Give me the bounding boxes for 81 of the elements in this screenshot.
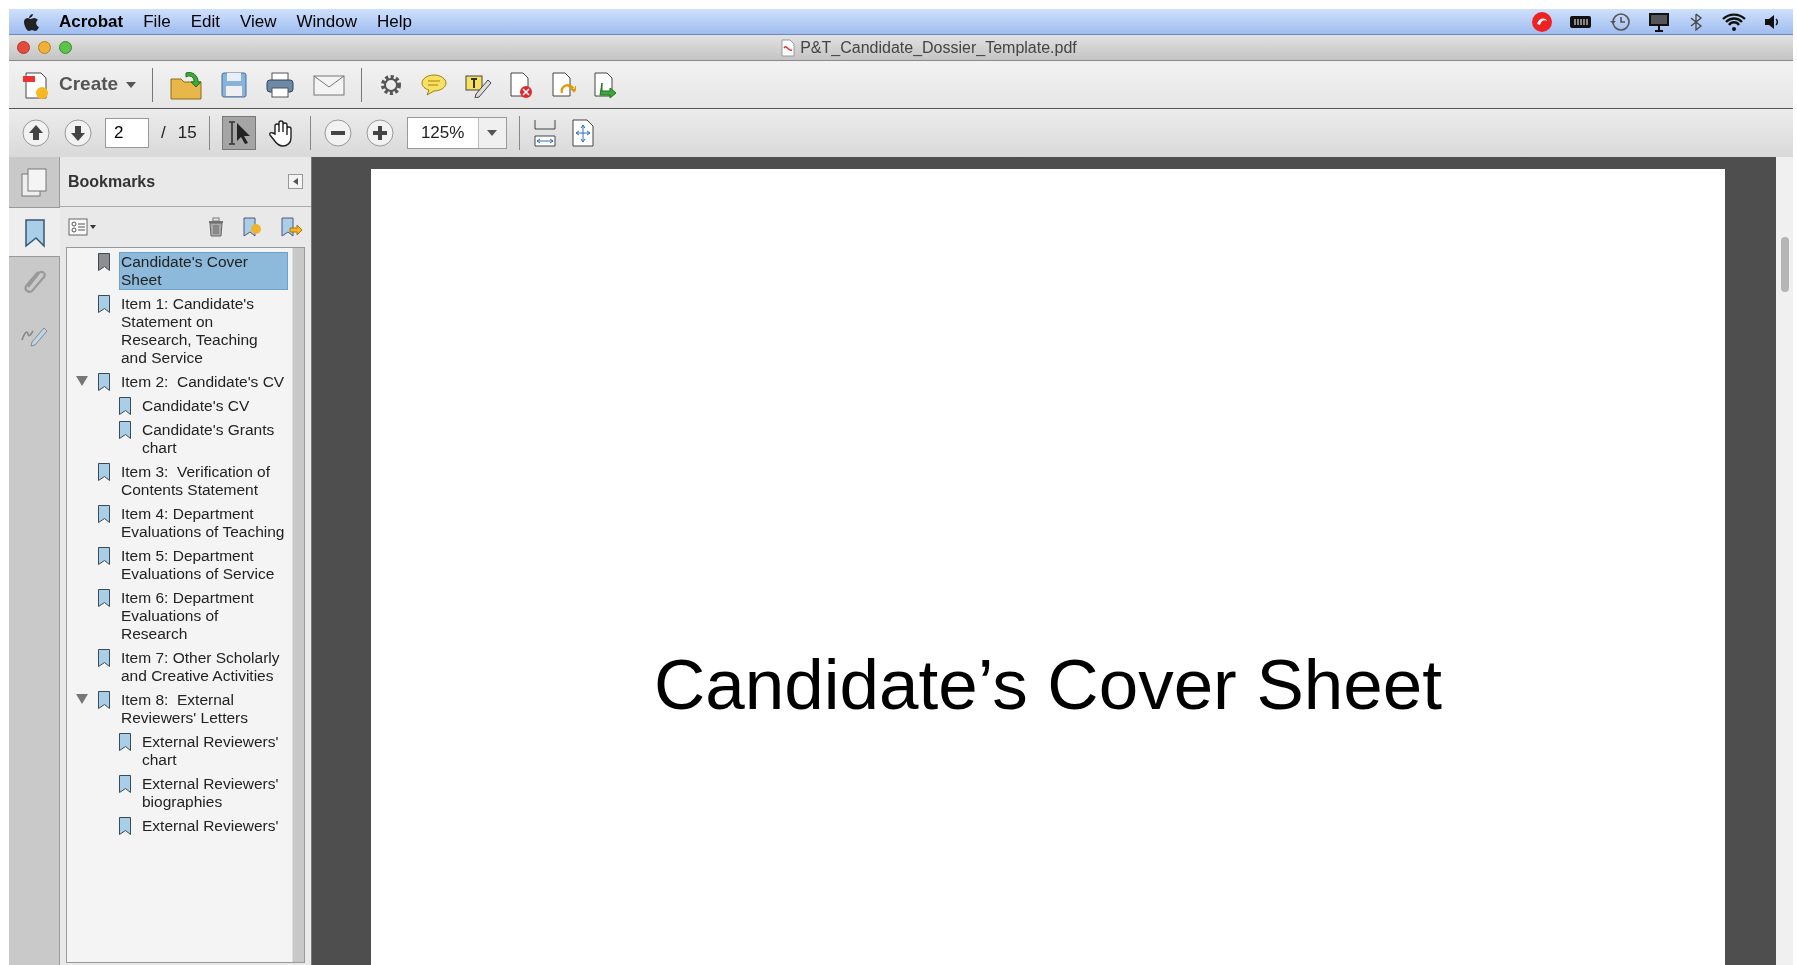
speaker-icon[interactable] (1763, 12, 1781, 31)
bookmark-icon (118, 420, 132, 440)
bookmark-icon (118, 816, 132, 836)
bookmark-icon (97, 588, 111, 608)
menu-item[interactable]: Help (376, 8, 412, 35)
menu-item[interactable]: Edit (190, 8, 220, 35)
fit-width-icon[interactable] (531, 118, 558, 148)
bookmark-item[interactable]: Item 2: Candidate's CV (119, 372, 287, 392)
envelope-icon[interactable] (313, 73, 346, 96)
page-heading: Candidate’s Cover Sheet (653, 649, 1443, 720)
zoom-field[interactable]: 125% (406, 117, 507, 149)
bookmark-item[interactable]: Item 6: Department Evaluations of Research (119, 588, 288, 644)
minimize-button[interactable] (38, 41, 51, 54)
document-arrow-icon[interactable] (550, 70, 577, 99)
zoom-in-button[interactable] (364, 118, 395, 148)
select-tool-button[interactable] (221, 116, 256, 150)
menu-item[interactable]: View (239, 8, 277, 35)
menu-item[interactable]: File (143, 8, 171, 35)
bookmark-item[interactable]: Item 5: Department Evaluations of Service (119, 546, 288, 584)
speech-bubble-icon[interactable] (420, 72, 449, 97)
bookmark-item[interactable]: External Reviewers' chart (140, 732, 288, 770)
bookmark-tab[interactable] (9, 207, 60, 257)
bookmark-icon (97, 294, 111, 314)
bookmark-item[interactable]: Item 4: Department Evaluations of Teaching (119, 504, 288, 542)
page-separator: / (161, 122, 166, 145)
swirl-logo-icon[interactable] (1531, 10, 1553, 33)
caret-icon (126, 81, 137, 88)
scrollbar[interactable] (292, 248, 304, 962)
bookmark-item[interactable]: Item 3: Verification of Contents Statement (119, 462, 288, 500)
bookmark-item[interactable]: External Reviewers' biographies (140, 774, 288, 812)
collapse-panel-button[interactable] (288, 174, 303, 189)
bookmark-item[interactable]: External Reviewers' (140, 816, 281, 836)
next-page-button[interactable] (63, 118, 93, 148)
bookmark-item[interactable]: Item 7: Other Scholarly and Creative Activities (119, 648, 288, 686)
expand-toggle-icon[interactable] (76, 376, 88, 386)
document-export-icon[interactable] (592, 70, 619, 99)
bookmark-item[interactable]: Item 8: External Reviewers' Letters (119, 690, 288, 728)
wifi-icon[interactable] (1721, 11, 1747, 32)
bookmark-arrow-icon[interactable] (279, 216, 303, 238)
page-number-field[interactable]: 2 (105, 118, 149, 148)
expand-toggle-icon[interactable] (76, 694, 88, 704)
new-bookmark-icon[interactable] (241, 216, 263, 238)
bookmark-item[interactable]: Candidate's Grants chart (140, 420, 288, 458)
pages-icon[interactable] (18, 166, 50, 198)
options-menu-icon[interactable] (68, 217, 98, 237)
battery-icon[interactable] (1569, 13, 1593, 30)
bookmark-icon (118, 774, 132, 794)
fit-page-icon[interactable] (569, 118, 596, 148)
window-title: P&T_Candidate_Dossier_Template.pdf (800, 37, 1077, 58)
page-count: 15 (177, 122, 197, 145)
document-delete-icon[interactable] (508, 70, 535, 99)
printer-icon[interactable] (265, 70, 296, 99)
caret-icon (487, 130, 498, 136)
bookmark-icon (97, 690, 111, 710)
bookmark-item[interactable]: Item 1: Candidate's Statement on Research, Teaching and Service (119, 294, 288, 368)
bookmark-icon (97, 252, 111, 272)
app-menu[interactable]: Acrobat (59, 8, 124, 35)
panel-title: Bookmarks (68, 171, 156, 192)
bookmark-icon (97, 372, 111, 392)
bookmark-item[interactable]: Candidate's CV (140, 396, 252, 416)
scrollbar[interactable] (1776, 157, 1793, 965)
zoom-out-button[interactable] (322, 118, 353, 148)
bookmark-item[interactable]: Candidate's Cover Sheet (119, 252, 288, 290)
pdf-file-icon (780, 38, 797, 57)
bookmark-icon (97, 462, 111, 482)
previous-page-button[interactable] (21, 118, 51, 148)
zoom-button[interactable] (59, 41, 72, 54)
create-button[interactable]: Create (21, 68, 137, 101)
display-icon[interactable] (1647, 10, 1671, 33)
apple-logo-icon[interactable] (21, 11, 39, 32)
clock-history-icon[interactable] (1609, 10, 1631, 33)
trash-icon[interactable] (207, 217, 225, 237)
menu-item[interactable]: Window (296, 8, 357, 35)
bookmark-icon (97, 504, 111, 524)
triangle-icon[interactable] (293, 178, 298, 185)
close-button[interactable] (17, 41, 30, 54)
bookmark-icon (118, 732, 132, 752)
bookmark-icon (118, 396, 132, 416)
bookmark-icon (97, 648, 111, 668)
bookmark-icon (97, 546, 111, 566)
folder-arrow-icon[interactable] (169, 69, 204, 100)
